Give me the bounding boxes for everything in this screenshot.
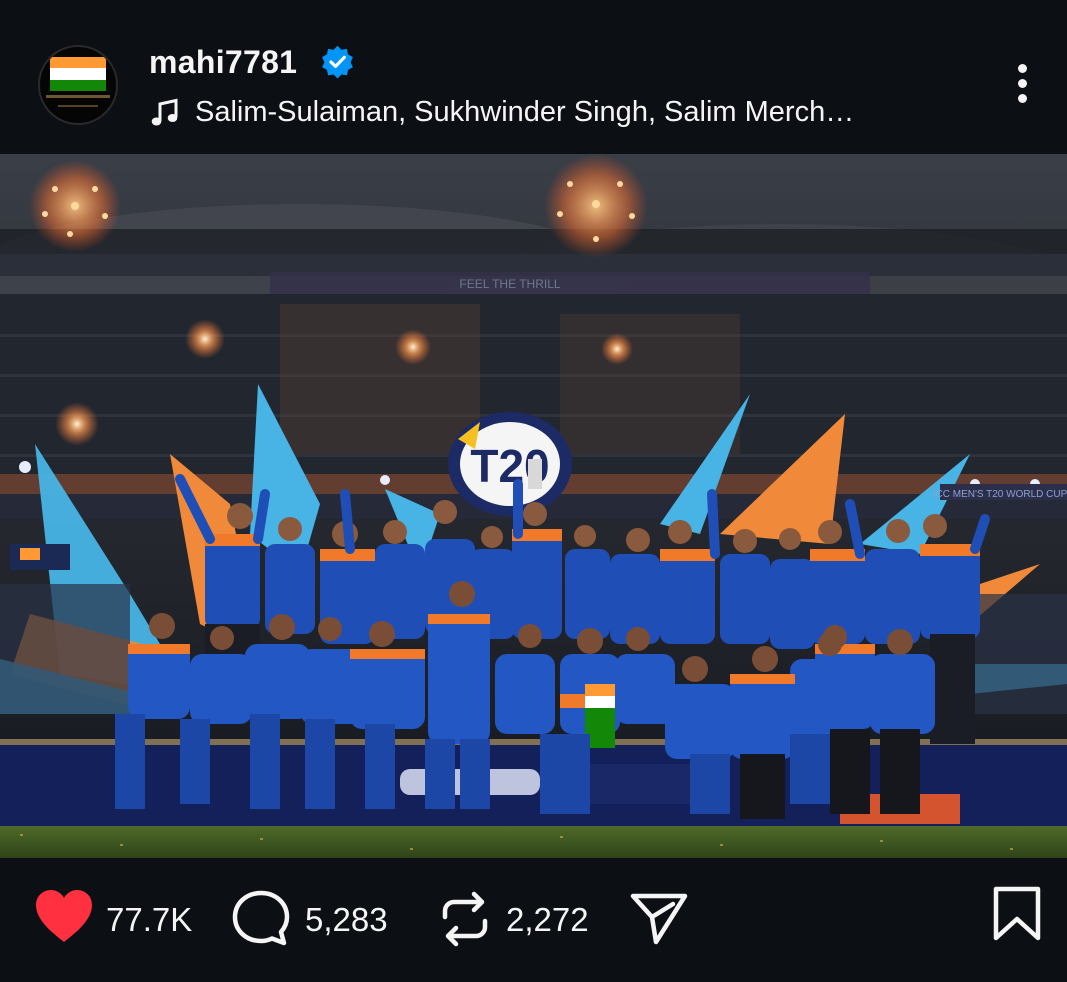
more-options-icon[interactable] — [1009, 64, 1035, 110]
comments-count[interactable]: 5,283 — [305, 901, 388, 939]
post-header: mahi7781 Salim-Sulaiman, Sukhwinder Sing… — [0, 0, 1067, 154]
likes-count[interactable]: 77.7K — [106, 901, 192, 939]
bookmark-icon[interactable] — [992, 886, 1042, 942]
comment-bubble-icon[interactable] — [231, 889, 291, 947]
event-text: ICC MEN'S T20 WORLD CUP — [933, 489, 1067, 500]
avatar-caption-mark — [58, 105, 98, 107]
music-note-icon — [151, 98, 178, 126]
reposts-count[interactable]: 2,272 — [506, 901, 589, 939]
avatar[interactable] — [38, 45, 118, 125]
celebration-scene: FEEL THE THRILL T20 ICC MEN'S T20 WORLD … — [0, 154, 1067, 858]
username[interactable]: mahi7781 — [149, 44, 297, 81]
post-photo[interactable]: FEEL THE THRILL T20 ICC MEN'S T20 WORLD … — [0, 154, 1067, 858]
t20-logo: T20 — [448, 412, 572, 516]
heart-icon[interactable] — [33, 888, 95, 944]
send-icon[interactable] — [629, 890, 689, 946]
audio-track-label[interactable]: Salim-Sulaiman, Sukhwinder Singh, Salim … — [195, 96, 854, 129]
flag-icon — [50, 57, 106, 91]
avatar-caption-mark — [46, 95, 110, 98]
verified-badge-icon — [322, 45, 353, 79]
post-actions: 77.7K 5,283 2,272 — [0, 858, 1067, 982]
banner-text: FEEL THE THRILL — [459, 277, 560, 291]
repost-icon[interactable] — [437, 891, 493, 947]
